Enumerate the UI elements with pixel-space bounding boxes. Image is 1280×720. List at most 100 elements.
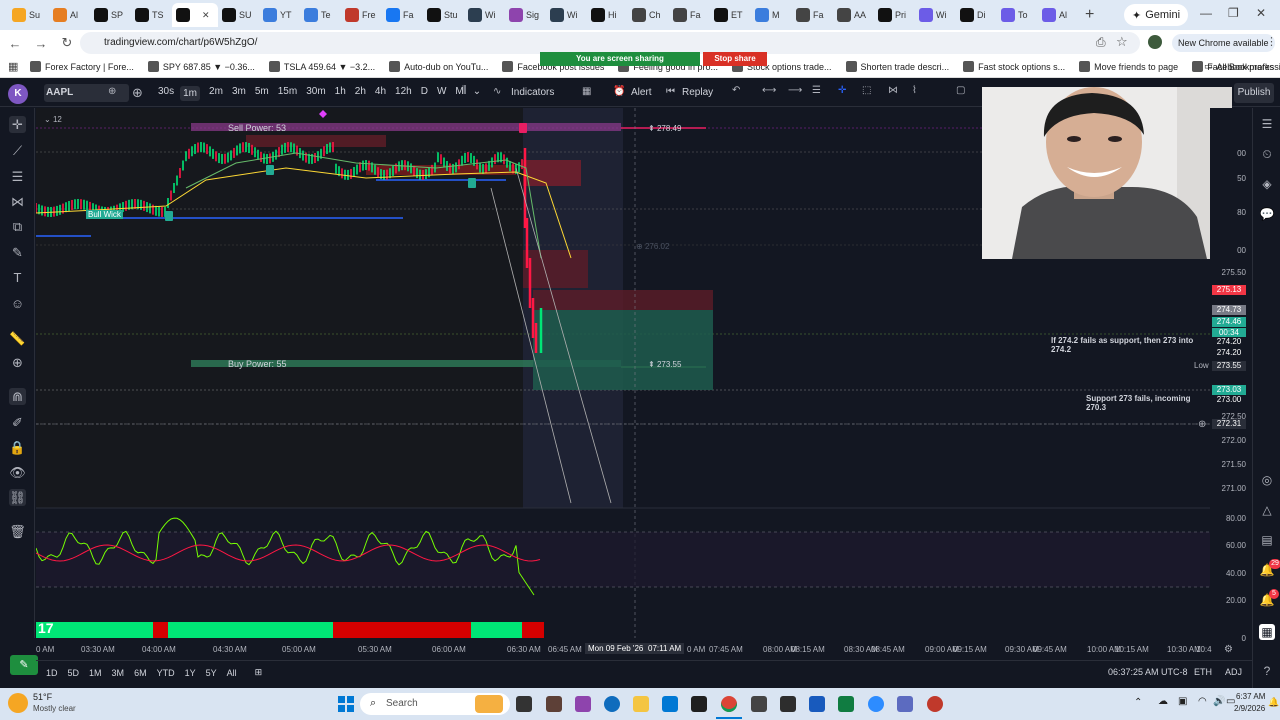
replay-button[interactable]: Replay (682, 87, 713, 98)
timeframe-15m[interactable]: 15m (278, 86, 297, 101)
menu-dots-icon[interactable]: ⋮ (1266, 35, 1277, 48)
bookmark-item[interactable]: Auto-dub on YouTu... (389, 61, 488, 72)
browser-tab[interactable]: Ch (628, 3, 669, 27)
browser-tab[interactable]: Hi (587, 3, 628, 27)
range-3M[interactable]: 3M (112, 668, 125, 678)
file-explorer-icon[interactable] (633, 696, 649, 712)
calendar-icon[interactable]: ▤ (1259, 532, 1275, 548)
range-5D[interactable]: 5D (68, 668, 80, 678)
calculator-icon[interactable] (897, 696, 913, 712)
browser-tab[interactable]: Di (956, 3, 997, 27)
apps-grid-icon[interactable]: ▦ (1259, 624, 1275, 640)
forward-icon[interactable]: → (30, 36, 52, 51)
bookmark-item[interactable]: SPY 687.85 ▼ −0.36... (147, 61, 255, 72)
browser-tab[interactable]: Stu (423, 3, 464, 27)
range-All[interactable]: All (227, 668, 237, 678)
link-icon[interactable]: ⛓ (9, 489, 26, 506)
indicators-button[interactable]: Indicators (511, 87, 554, 98)
profile-avatar[interactable] (1148, 35, 1162, 49)
pattern-icon[interactable]: ⋈ (888, 85, 898, 96)
layouts-icon[interactable]: ▦ (582, 86, 591, 97)
visibility-icon[interactable]: 👁 (9, 464, 26, 481)
path-icon[interactable]: ⌇ (912, 85, 917, 96)
timeframe-1h[interactable]: 1h (335, 86, 346, 101)
app-icon-1[interactable] (546, 696, 562, 712)
horizontal-line-icon[interactable]: ⟷ (762, 85, 776, 96)
chart-type-icon[interactable]: ⫼ (462, 85, 467, 96)
watchlist-icon[interactable]: ☰ (1259, 116, 1275, 132)
range-1M[interactable]: 1M (89, 668, 102, 678)
notification-bell-icon[interactable]: 🔔 (1268, 697, 1279, 708)
projection-icon[interactable]: ⧉ (9, 218, 26, 235)
chrome-icon[interactable] (721, 696, 737, 712)
ruler-icon[interactable]: 📏 (9, 330, 26, 347)
browser-tab[interactable]: Wi (915, 3, 956, 27)
restore-icon[interactable]: ❐ (1228, 6, 1239, 20)
user-avatar[interactable]: K (8, 84, 28, 104)
chart-clock[interactable]: 06:37:25 AM UTC-8 (1108, 667, 1188, 677)
browser-tab[interactable]: AA (833, 3, 874, 27)
date-range-icon[interactable]: ⊞ (255, 667, 263, 678)
browser-tab[interactable]: Te (300, 3, 341, 27)
fib-icon[interactable]: ☰ (812, 85, 821, 96)
trash-icon[interactable]: 🗑 (9, 523, 26, 540)
browser-tab[interactable]: Pri (874, 3, 915, 27)
timeframe-4h[interactable]: 4h (375, 86, 386, 101)
bookmark-star-icon[interactable]: ☆ (1116, 34, 1128, 50)
fullscreen-icon[interactable]: ▢ (956, 85, 965, 96)
lock-icon[interactable]: 🔒 (9, 439, 26, 456)
store-icon[interactable] (691, 696, 707, 712)
settings-gear-icon[interactable]: ⚙ (1224, 644, 1233, 655)
new-tab-icon[interactable]: + (1085, 6, 1094, 24)
tray-chevron-icon[interactable]: ⌃ (1134, 697, 1142, 708)
rectangle-icon[interactable]: ⬚ (862, 85, 871, 96)
minimize-icon[interactable]: — (1200, 6, 1212, 20)
magnet-icon[interactable]: ⋒ (9, 388, 26, 405)
copilot-icon[interactable] (575, 696, 591, 712)
range-6M[interactable]: 6M (134, 668, 147, 678)
browser-tab[interactable]: Fa (792, 3, 833, 27)
obs-icon[interactable] (927, 696, 943, 712)
text-tool-icon[interactable]: T (9, 269, 26, 286)
browser-tab[interactable]: Su (8, 3, 49, 27)
session-toggle[interactable]: ETH (1194, 667, 1212, 677)
cloud-icon[interactable]: ☁ (1158, 696, 1168, 707)
price-axis[interactable]: 00508000275.50273.00272.50272.00271.5027… (1210, 108, 1252, 643)
bookmark-item[interactable]: Shorten trade descri... (845, 61, 949, 72)
edit-pencil-icon[interactable]: ✎ (10, 655, 38, 675)
back-icon[interactable]: ← (4, 36, 26, 51)
cursor-icon[interactable]: ✛ (9, 116, 26, 133)
browser-tab[interactable]: To (997, 3, 1038, 27)
timeframe-30m[interactable]: 30m (306, 86, 325, 101)
bookmark-item[interactable]: Forex Factory | Fore... (30, 61, 134, 72)
timeframe-dropdown-icon[interactable]: ⌄ (473, 86, 481, 101)
fib-retracement-icon[interactable]: ☰ (9, 168, 26, 185)
range-5Y[interactable]: 5Y (206, 668, 217, 678)
add-symbol-icon[interactable]: ⊕ (132, 85, 143, 101)
publish-button[interactable]: Publish (1234, 83, 1274, 103)
language-icon[interactable]: ▣ (1178, 696, 1187, 707)
timeframe-12h[interactable]: 12h (395, 86, 412, 101)
browser-tab[interactable]: Wi (546, 3, 587, 27)
stop-share-button[interactable]: Stop share (703, 52, 767, 66)
chrome-update-button[interactable]: New Chrome available (1172, 34, 1275, 52)
timeframe-5m[interactable]: 5m (255, 86, 269, 101)
edge-icon[interactable] (604, 696, 620, 712)
clock-date[interactable]: 2/9/2026 (1234, 704, 1265, 713)
add-alert-icon[interactable]: ⊕ (1198, 419, 1206, 430)
undo-icon[interactable]: ↶ (732, 85, 740, 96)
range-1D[interactable]: 1D (46, 668, 58, 678)
browser-tab[interactable]: ET (710, 3, 751, 27)
browser-tab[interactable]: ✕ (172, 3, 218, 27)
apps-icon[interactable]: ▦ (8, 60, 18, 73)
browser-tab[interactable]: YT (259, 3, 300, 27)
alert-button[interactable]: Alert (631, 87, 652, 98)
timeframe-2h[interactable]: 2h (355, 86, 366, 101)
timeframe-W[interactable]: W (437, 86, 446, 101)
browser-tab[interactable]: SU (218, 3, 259, 27)
close-tab-icon[interactable]: ✕ (202, 10, 210, 21)
windows-start-icon[interactable] (338, 696, 354, 712)
gemini-button[interactable]: ✦ Gemini (1124, 4, 1189, 26)
alerts-clock-icon[interactable]: ⏲ (1259, 146, 1275, 162)
browser-tab[interactable]: Fre (341, 3, 382, 27)
